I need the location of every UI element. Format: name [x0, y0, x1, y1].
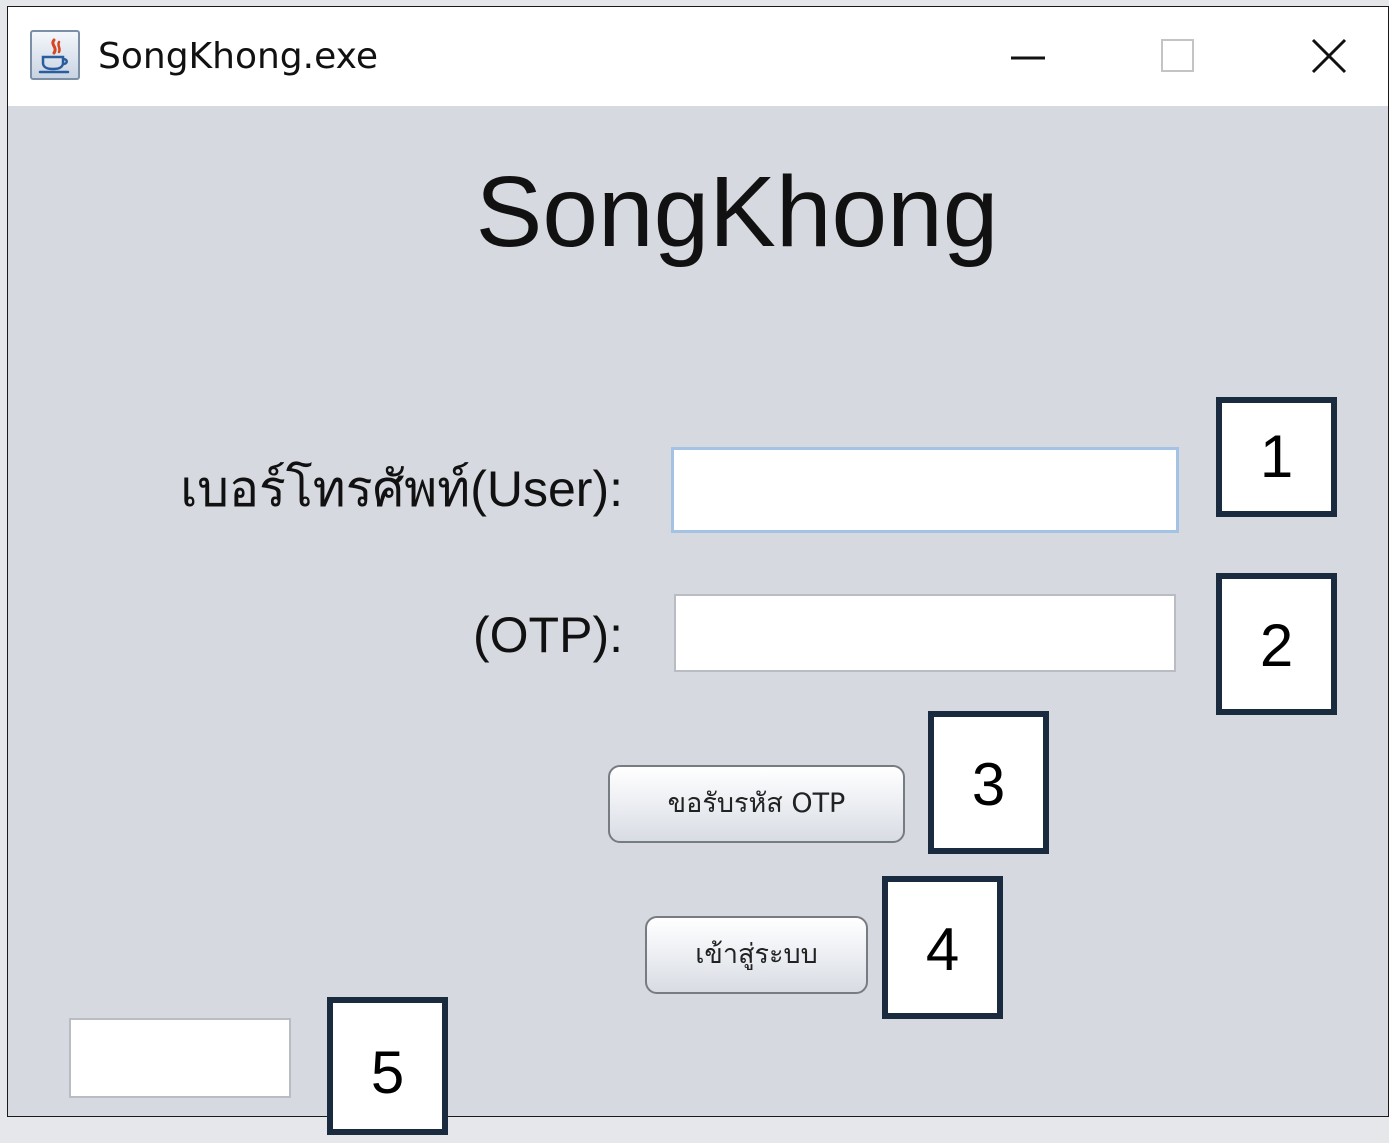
otp-input[interactable] — [674, 594, 1176, 672]
window-title: SongKhong.exe — [98, 36, 378, 77]
maximize-icon — [1161, 39, 1194, 72]
phone-user-label: เบอร์โทรศัพท์(User): — [180, 461, 623, 517]
close-button[interactable] — [1258, 7, 1388, 106]
callout-3: 3 — [928, 711, 1049, 854]
app-window: SongKhong.exe SongKhong เบอร์โทรศัพท์(Us… — [7, 6, 1389, 1117]
maximize-button[interactable] — [1106, 7, 1246, 106]
small-text-field[interactable] — [69, 1018, 291, 1098]
minimize-button[interactable] — [958, 7, 1098, 106]
callout-5: 5 — [327, 997, 448, 1135]
minimize-icon — [1011, 56, 1045, 60]
otp-label: (OTP): — [473, 607, 623, 663]
callout-2: 2 — [1216, 573, 1337, 715]
title-bar[interactable]: SongKhong.exe — [8, 7, 1388, 106]
login-button[interactable]: เข้าสู่ระบบ — [645, 916, 868, 994]
close-icon — [1311, 38, 1347, 74]
java-icon — [30, 30, 80, 80]
app-heading: SongKhong — [475, 156, 999, 268]
phone-user-input[interactable] — [671, 447, 1179, 533]
callout-4: 4 — [882, 876, 1003, 1019]
request-otp-button[interactable]: ขอรับรหัส OTP — [608, 765, 905, 843]
callout-1: 1 — [1216, 397, 1337, 517]
